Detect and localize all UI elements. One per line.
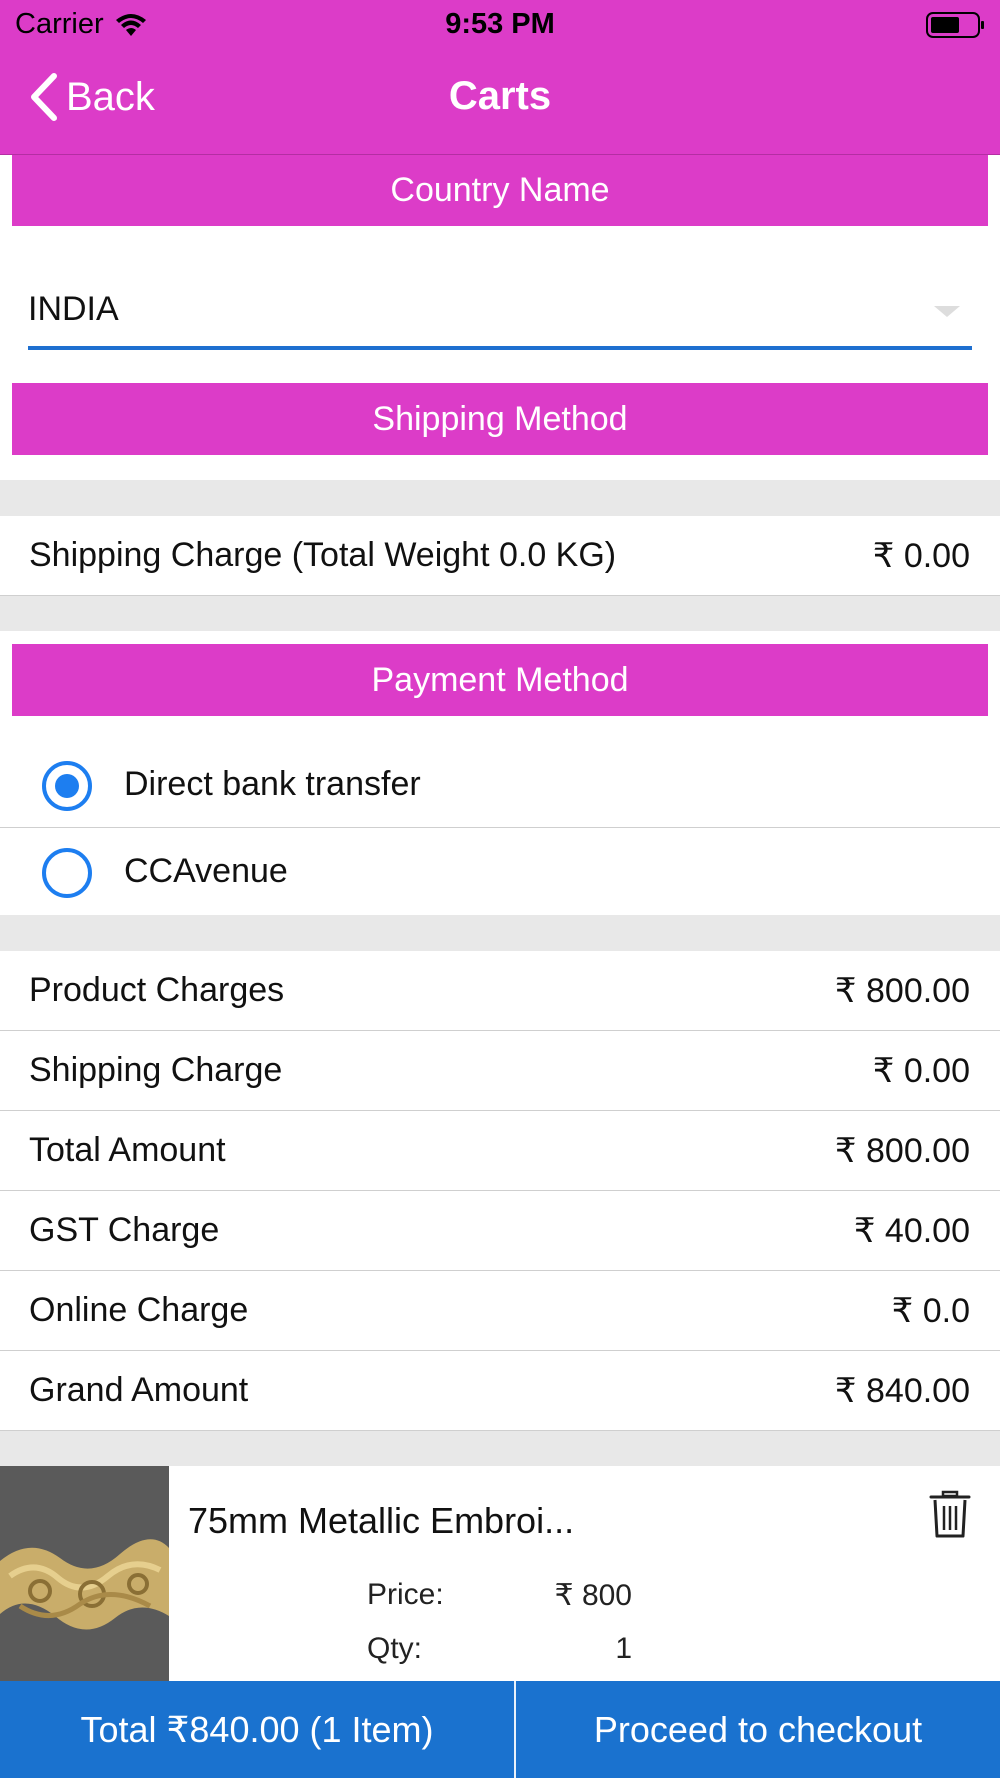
summary-row-grand-amount: Grand Amount ₹ 840.00	[0, 1351, 1000, 1431]
summary-row-total-amount: Total Amount ₹ 800.00	[0, 1111, 1000, 1191]
section-divider	[0, 480, 1000, 516]
shipping-charge-label: Shipping Charge (Total Weight 0.0 KG)	[29, 536, 617, 574]
section-divider	[0, 915, 1000, 951]
summary-value: ₹ 840.00	[834, 1372, 970, 1410]
summary-value: ₹ 0.0	[891, 1292, 970, 1330]
payment-option-ccavenue[interactable]: CCAvenue	[0, 828, 1000, 915]
summary-value: ₹ 40.00	[853, 1212, 970, 1250]
status-time: 9:53 PM	[445, 8, 555, 40]
summary-row-online-charge: Online Charge ₹ 0.0	[0, 1271, 1000, 1351]
summary-value: ₹ 0.00	[872, 1052, 970, 1090]
country-select[interactable]: INDIA	[28, 280, 972, 350]
section-divider	[0, 1431, 1000, 1466]
summary-label: Grand Amount	[29, 1371, 249, 1409]
product-thumbnail	[0, 1466, 169, 1681]
price-label: Price:	[367, 1578, 444, 1611]
trash-icon[interactable]	[928, 1488, 972, 1540]
radio-unselected-icon[interactable]	[42, 848, 92, 898]
summary-row-gst-charge: GST Charge ₹ 40.00	[0, 1191, 1000, 1271]
cart-total-button[interactable]: Total ₹840.00 (1 Item)	[0, 1681, 516, 1778]
shipping-charge-row: Shipping Charge (Total Weight 0.0 KG) ₹ …	[0, 516, 1000, 596]
radio-selected-icon[interactable]	[42, 761, 92, 811]
summary-label: Shipping Charge	[29, 1051, 283, 1089]
summary-label: Online Charge	[29, 1291, 249, 1329]
payment-option-label: Direct bank transfer	[124, 765, 421, 803]
summary-label: Product Charges	[29, 971, 285, 1009]
dropdown-caret-icon	[934, 306, 960, 317]
country-select-value: INDIA	[28, 290, 119, 328]
summary-value: ₹ 800.00	[834, 972, 970, 1010]
product-title[interactable]: 75mm Metallic Embroi...	[188, 1500, 574, 1542]
summary-label: GST Charge	[29, 1211, 220, 1249]
country-section-header: Country Name	[12, 155, 988, 226]
battery-icon	[926, 12, 984, 38]
summary-row-shipping-charge: Shipping Charge ₹ 0.00	[0, 1031, 1000, 1111]
section-divider	[0, 596, 1000, 631]
summary-label: Total Amount	[29, 1131, 226, 1169]
shipping-section-header: Shipping Method	[12, 383, 988, 455]
cart-item[interactable]: 75mm Metallic Embroi... Price: ₹ 800 Qty…	[0, 1466, 1000, 1681]
qty-label: Qty:	[367, 1632, 423, 1665]
summary-row-product-charges: Product Charges ₹ 800.00	[0, 951, 1000, 1031]
payment-option-bank-transfer[interactable]: Direct bank transfer	[0, 741, 1000, 828]
proceed-to-checkout-button[interactable]: Proceed to checkout	[516, 1681, 1000, 1778]
shipping-charge-value: ₹ 0.00	[872, 537, 970, 575]
qty-value: 1	[615, 1632, 632, 1665]
summary-value: ₹ 800.00	[834, 1132, 970, 1170]
payment-option-label: CCAvenue	[124, 852, 288, 890]
price-value: ₹ 800	[554, 1579, 632, 1612]
payment-section-header: Payment Method	[12, 644, 988, 716]
checkout-footer: Total ₹840.00 (1 Item) Proceed to checko…	[0, 1681, 1000, 1778]
page-title: Carts	[448, 74, 552, 118]
nav-header: Carrier 9:53 PM Back Carts	[0, 0, 1000, 155]
